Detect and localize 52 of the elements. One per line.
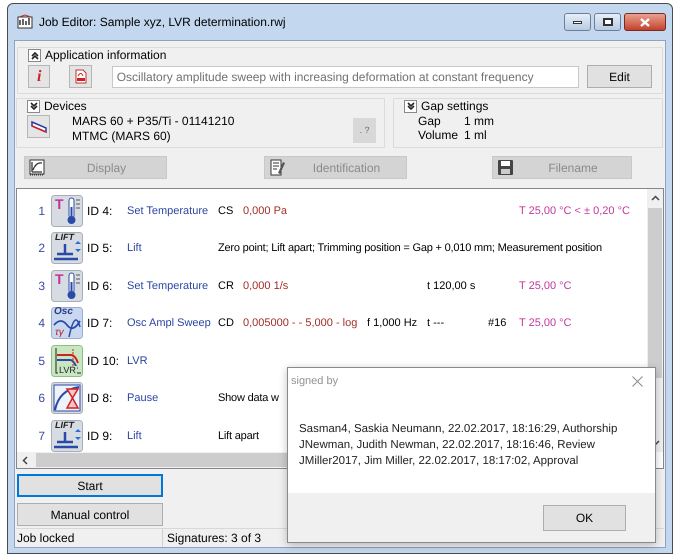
step-mode: CD — [218, 317, 234, 329]
step-number: 3 — [37, 278, 46, 295]
step-id: ID 9: — [87, 428, 114, 445]
status-text: Signatures: 3 of 3 — [166, 530, 262, 547]
group-header: Devices — [44, 98, 87, 115]
step-value: 0,000 Pa — [243, 204, 288, 216]
group-header: Gap settings — [421, 98, 488, 115]
step-id: ID 5: — [87, 240, 114, 258]
step-mode: CS — [218, 204, 234, 216]
step-id: ID 8: — [87, 390, 114, 408]
step-detail: Zero point; Lift apart; Trimming position = Gap + 0,010 mm; Measurement position — [218, 241, 602, 256]
signature-line: JNewman, Judith Newman, 22.02.2017, 18:16:46, Review — [299, 438, 595, 453]
status-text: Job locked — [16, 529, 163, 547]
step-count: #16 — [488, 317, 506, 329]
step-id: ID 6: — [87, 278, 114, 295]
step-time: t 120,00 s — [427, 280, 476, 292]
oscillation-icon: Osc τγ — [51, 307, 83, 340]
step-number: 5 — [37, 352, 46, 370]
thermometer-icon: T — [51, 194, 83, 227]
lift-icon: LIFT — [51, 420, 83, 452]
setting-value: 1 ml — [464, 128, 488, 142]
device-name: MTMC (MARS 60) — [72, 129, 172, 144]
step-detail: Show data w — [218, 391, 279, 406]
setting-value: 1 mm — [464, 114, 495, 128]
step-value: 0,000 1/s — [243, 280, 288, 292]
dialog-title: signed by — [291, 374, 338, 389]
thermometer-icon: T — [51, 270, 83, 302]
setting-label: Gap — [418, 114, 442, 128]
device-name: MARS 60 + P35/Ti - 01141210 — [72, 114, 234, 129]
step-time: t --- — [427, 317, 444, 329]
step-detail: Lift apart — [218, 428, 259, 444]
signature-line: JMiller2017, Jim Miller, 22.02.2017, 18:17:02, Approval — [299, 454, 578, 469]
step-id: ID 4: — [87, 202, 114, 220]
step-temperature: T 25,00 °C < ± 0,20 °C — [519, 204, 630, 216]
step-temperature: T 25,00 °C — [519, 280, 572, 292]
group-header: Application information — [45, 47, 166, 64]
step-temperature: T 25,00 °C — [519, 317, 572, 329]
window-title: Job Editor: Sample xyz, LVR determination.rwj — [39, 14, 286, 31]
step-number: 4 — [37, 315, 46, 332]
curve-chart-icon: LVR — [51, 344, 83, 377]
lift-icon: LIFT — [51, 232, 83, 264]
step-number: 6 — [37, 390, 46, 408]
step-number: 1 — [37, 202, 46, 220]
step-value: 0,005000 - - 5,000 - log — [243, 317, 358, 329]
step-number: 7 — [37, 428, 46, 445]
step-number: 2 — [37, 240, 46, 258]
step-frequency: f 1,000 Hz — [367, 317, 418, 329]
step-id: ID 7: — [87, 315, 114, 332]
step-mode: CR — [218, 280, 234, 292]
step-id: ID 10: — [87, 352, 120, 370]
setting-label: Volume — [418, 128, 460, 142]
signature-line: Sasman4, Saskia Neumann, 22.02.2017, 18:16:29, Authorship — [299, 422, 618, 437]
